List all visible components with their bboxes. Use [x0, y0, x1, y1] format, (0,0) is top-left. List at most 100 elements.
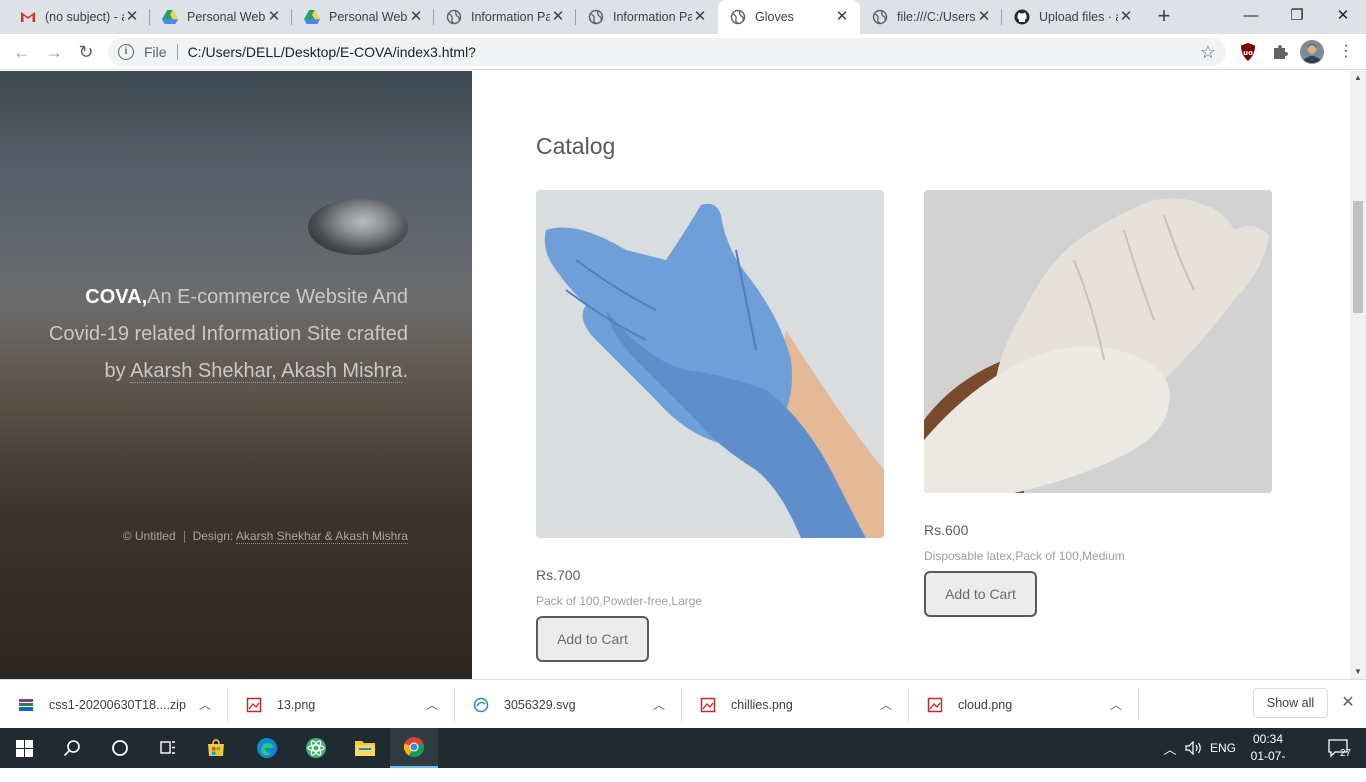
clock-date: 01-07-2020: [1250, 749, 1286, 780]
download-item[interactable]: cloud.png ︿: [909, 680, 1139, 729]
microsoft-store-icon[interactable]: [192, 728, 240, 768]
reload-button[interactable]: ↻: [74, 40, 98, 64]
edge-icon[interactable]: [243, 728, 291, 768]
chevron-up-icon[interactable]: ︿: [1109, 696, 1123, 713]
download-item[interactable]: 13.png ︿: [228, 680, 455, 729]
authors-link[interactable]: Akarsh Shekhar, Akash Mishra: [130, 360, 403, 383]
atom-editor-icon[interactable]: [292, 728, 340, 768]
extensions-puzzle-icon[interactable]: [1270, 42, 1290, 62]
tab-title: file:///C:/Users: [897, 10, 976, 24]
download-filename: 3056329.svg: [504, 697, 576, 712]
add-to-cart-button[interactable]: Add to Cart: [924, 571, 1037, 617]
footer-credit: © Untitled Design: Akarsh Shekhar & Akash…: [122, 529, 408, 544]
scroll-up-arrow-icon[interactable]: ▲: [1350, 71, 1366, 85]
show-hidden-icons-chevron-icon[interactable]: ︿: [1160, 728, 1180, 768]
close-icon[interactable]: ✕: [550, 9, 566, 25]
globe-icon: [872, 9, 888, 25]
search-icon[interactable]: [48, 728, 96, 768]
address-bar[interactable]: i File C:/Users/DELL/Desktop/E-COVA/inde…: [108, 38, 1226, 66]
tab-title: Information Pa: [471, 10, 550, 24]
tab-personal-website-1[interactable]: Personal Webs ✕: [150, 0, 292, 34]
start-button[interactable]: [0, 728, 48, 768]
product-card: Rs.700 Pack of 100,Powder-free,Large Add…: [536, 190, 884, 662]
language-indicator[interactable]: ENG: [1208, 728, 1238, 768]
tab-upload-files[interactable]: Upload files · a ✕: [1002, 0, 1144, 34]
tab-title: Personal Webs: [329, 10, 408, 24]
browser-menu-icon[interactable]: ⋮: [1336, 42, 1356, 62]
archive-icon: [18, 697, 34, 713]
moon-avatar-image: [308, 199, 408, 255]
latex-gloves-image[interactable]: [924, 190, 1272, 493]
file-explorer-icon[interactable]: [341, 728, 389, 768]
address-scheme: File: [144, 44, 167, 60]
info-icon[interactable]: i: [118, 44, 134, 60]
address-divider: [176, 44, 178, 60]
minimize-button[interactable]: —: [1228, 0, 1274, 30]
credit-divider: [183, 530, 185, 543]
download-item[interactable]: 3056329.svg ︿: [455, 680, 682, 729]
download-filename: cloud.png: [958, 697, 1013, 712]
chrome-icon[interactable]: [390, 728, 438, 768]
download-filename: chillies.png: [731, 697, 793, 712]
tab-information-page-2[interactable]: Information Pa ✕: [576, 0, 718, 34]
tab-gmail[interactable]: (no subject) - a ✕: [8, 0, 150, 34]
task-view-icon[interactable]: [144, 728, 192, 768]
chevron-up-icon[interactable]: ︿: [198, 696, 212, 713]
new-tab-button[interactable]: +: [1152, 5, 1176, 29]
tab-strip: (no subject) - a ✕ Personal Webs ✕ Perso…: [0, 0, 1366, 34]
blue-nitrile-gloves-image[interactable]: [536, 190, 884, 538]
design-label: Design:: [192, 529, 236, 543]
tab-title: Gloves: [755, 10, 794, 24]
clock-time: 00:34: [1252, 732, 1284, 746]
show-all-downloads-button[interactable]: Show all: [1253, 688, 1328, 718]
product-description: Disposable latex,Pack of 100,Medium: [924, 549, 1125, 563]
download-item[interactable]: chillies.png ︿: [682, 680, 909, 729]
svg-file-icon: [473, 697, 489, 713]
tab-information-page-1[interactable]: Information Pa ✕: [434, 0, 576, 34]
designers-link[interactable]: Akarsh Shekhar & Akash Mishra: [235, 529, 408, 544]
catalog-section: Catalog Rs.700 Pack of 100,Powder-free,L…: [472, 71, 1350, 679]
tab-title: Upload files · a: [1039, 10, 1118, 24]
chevron-up-icon[interactable]: ︿: [879, 696, 893, 713]
download-item[interactable]: css1-20200630T18....zip ︿: [0, 680, 228, 729]
volume-icon[interactable]: [1182, 728, 1206, 768]
product-card: Rs.600 Disposable latex,Pack of 100,Medi…: [924, 190, 1272, 617]
cortana-icon[interactable]: [96, 728, 144, 768]
notifications-icon[interactable]: 27: [1318, 728, 1358, 768]
close-shelf-icon[interactable]: ✕: [1338, 693, 1358, 713]
site-sidebar: COVA,An E-commerce Website And Covid-19 …: [0, 71, 472, 679]
site-tagline: COVA,An E-commerce Website And Covid-19 …: [48, 279, 408, 390]
close-icon[interactable]: ✕: [834, 9, 850, 25]
svg-text:uo: uo: [1243, 49, 1253, 57]
profile-avatar[interactable]: [1300, 40, 1324, 64]
restore-button[interactable]: ❐: [1274, 0, 1320, 30]
system-clock[interactable]: 00:34 01-07-2020: [1238, 731, 1298, 782]
address-url[interactable]: C:/Users/DELL/Desktop/E-COVA/index3.html…: [188, 44, 476, 60]
copyright-text: © Untitled: [122, 529, 176, 543]
tab-gloves[interactable]: Gloves ✕: [718, 0, 860, 34]
ublock-origin-icon[interactable]: uo: [1238, 42, 1258, 62]
close-icon[interactable]: ✕: [1118, 9, 1134, 25]
image-file-icon: [700, 697, 716, 713]
tab-file-url[interactable]: file:///C:/Users ✕: [860, 0, 1002, 34]
gmail-icon: [20, 9, 36, 25]
forward-button[interactable]: →: [42, 40, 66, 64]
drive-icon: [304, 9, 320, 25]
add-to-cart-button[interactable]: Add to Cart: [536, 616, 649, 662]
close-icon[interactable]: ✕: [408, 9, 424, 25]
close-icon[interactable]: ✕: [266, 9, 282, 25]
window-close-button[interactable]: ✕: [1320, 0, 1366, 30]
notification-count: 27: [1340, 748, 1352, 759]
close-icon[interactable]: ✕: [976, 9, 992, 25]
page-scrollbar[interactable]: ▲ ▼: [1350, 71, 1366, 679]
bookmark-star-icon[interactable]: ☆: [1200, 42, 1216, 63]
tab-title: (no subject) - a: [45, 10, 124, 24]
chevron-up-icon[interactable]: ︿: [425, 696, 439, 713]
scroll-down-arrow-icon[interactable]: ▼: [1350, 665, 1366, 679]
tab-personal-website-2[interactable]: Personal Webs ✕: [292, 0, 434, 34]
chevron-up-icon[interactable]: ︿: [652, 696, 666, 713]
back-button[interactable]: ←: [10, 40, 34, 64]
scrollbar-thumb[interactable]: [1353, 201, 1363, 313]
close-icon[interactable]: ✕: [692, 9, 708, 25]
close-icon[interactable]: ✕: [124, 9, 140, 25]
